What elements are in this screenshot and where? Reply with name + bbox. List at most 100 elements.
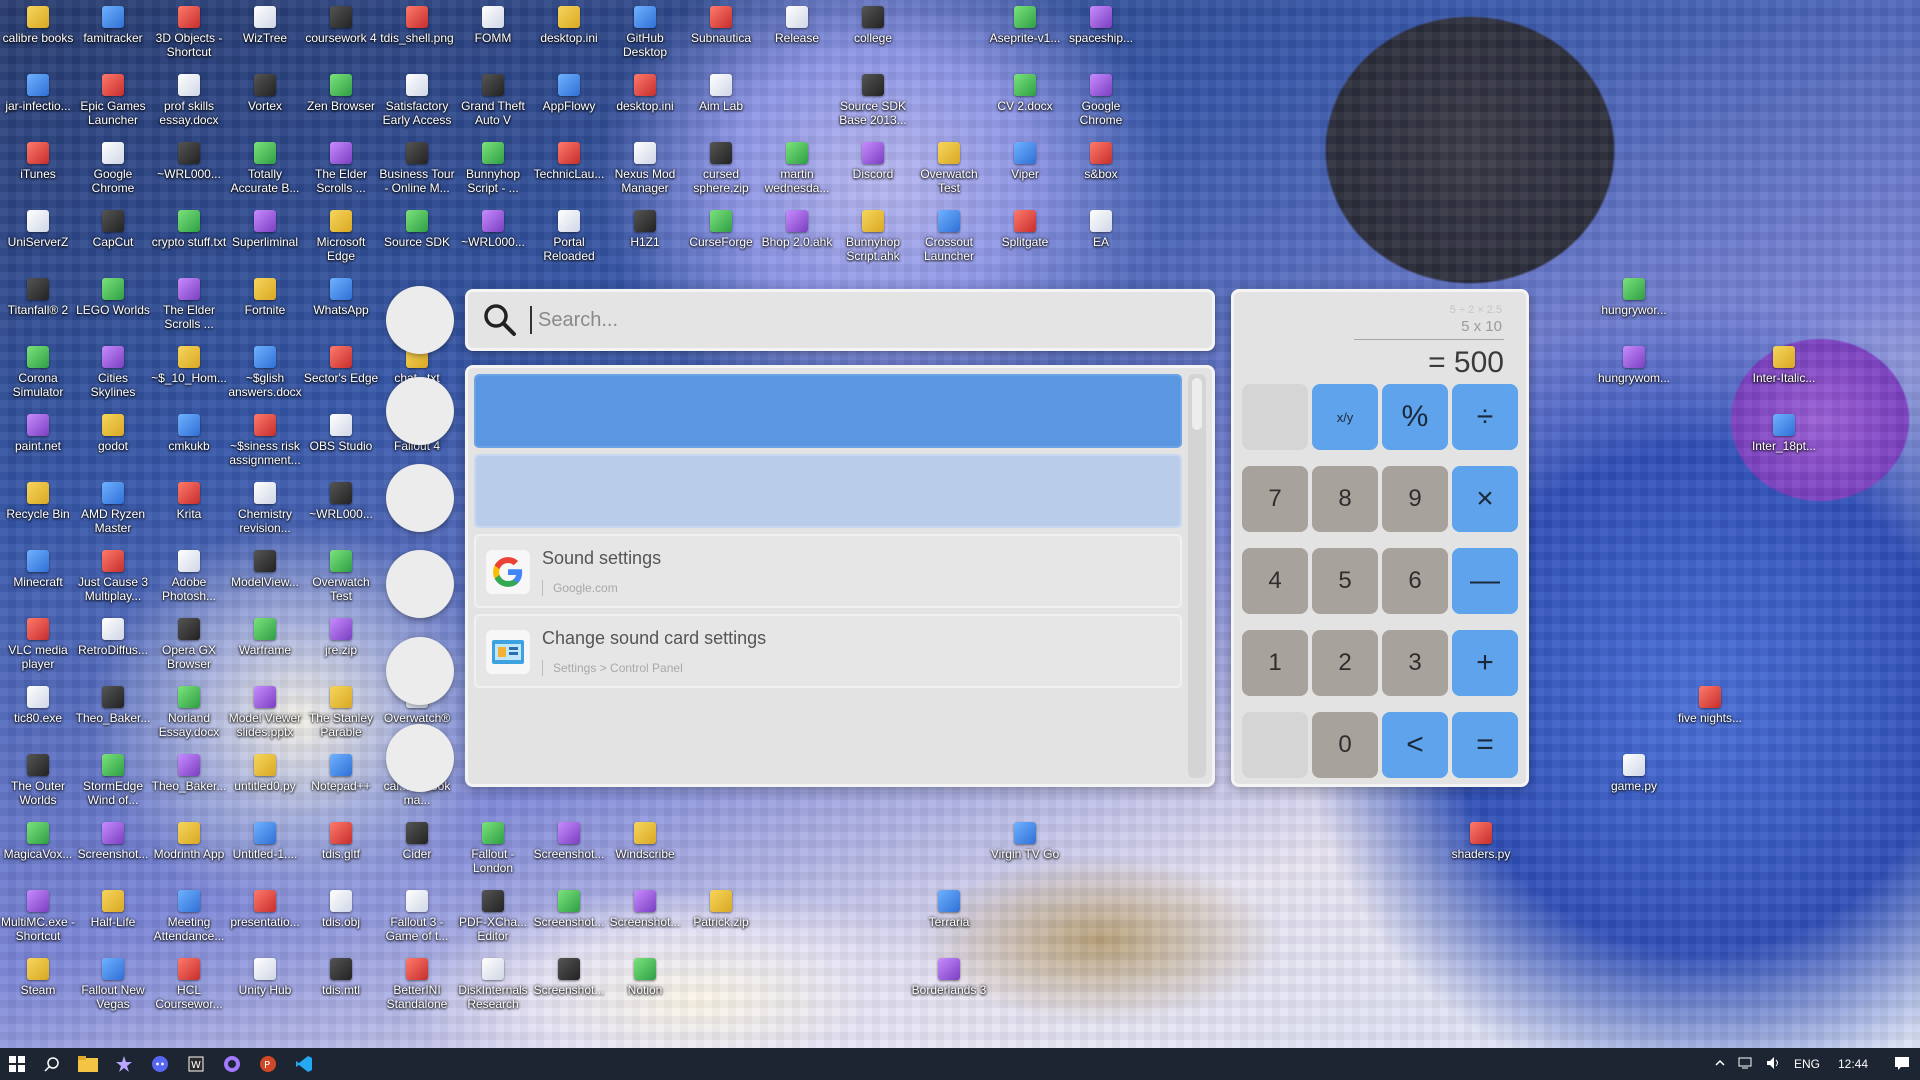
desktop-icon[interactable]: Portal Reloaded	[531, 210, 607, 263]
desktop-icon[interactable]: HCL Coursewor...	[151, 958, 227, 1011]
desktop-icon[interactable]: cmkukb	[151, 414, 227, 453]
desktop-icon[interactable]: Screenshot...	[607, 890, 683, 929]
desktop-icon[interactable]: Fallout 3 - Game of t...	[379, 890, 455, 943]
desktop-icon[interactable]: The Stanley Parable	[303, 686, 379, 739]
quick-slot-4[interactable]	[386, 550, 454, 618]
search-input[interactable]	[538, 308, 1138, 332]
add-key[interactable]: +	[1452, 630, 1518, 696]
quick-slot-3[interactable]	[386, 464, 454, 532]
desktop-icon[interactable]: Viper	[987, 142, 1063, 181]
desktop-icon[interactable]: ~WRL000...	[151, 142, 227, 181]
digit-6-key[interactable]: 6	[1382, 548, 1448, 614]
desktop-icon[interactable]: Notion	[607, 958, 683, 997]
desktop-icon[interactable]: Source SDK	[379, 210, 455, 249]
fraction-key[interactable]: x/y	[1312, 384, 1378, 450]
desktop-icon[interactable]: coursework 4	[303, 6, 379, 45]
desktop-icon[interactable]: FOMM	[455, 6, 531, 45]
desktop-icon[interactable]: ~$siness risk assignment...	[227, 414, 303, 467]
subtract-key[interactable]: —	[1452, 548, 1518, 614]
desktop-icon[interactable]: Half-Life	[75, 890, 151, 929]
desktop-icon[interactable]: Adobe Photosh...	[151, 550, 227, 603]
vscode-icon[interactable]	[286, 1048, 322, 1080]
desktop-icon[interactable]: Bunnyhop Script - ...	[455, 142, 531, 195]
digit-2-key[interactable]: 2	[1312, 630, 1378, 696]
desktop-icon[interactable]: TechnicLau...	[531, 142, 607, 181]
desktop-icon[interactable]: RetroDiffus...	[75, 618, 151, 657]
digit-1-key[interactable]: 1	[1242, 630, 1308, 696]
digit-5-key[interactable]: 5	[1312, 548, 1378, 614]
wordpad-icon[interactable]: W	[178, 1048, 214, 1080]
desktop-icon[interactable]: AppFlowy	[531, 74, 607, 113]
desktop-icon[interactable]: Discord	[835, 142, 911, 181]
quick-slot-2[interactable]	[386, 377, 454, 445]
desktop-icon[interactable]: Sector's Edge	[303, 346, 379, 385]
desktop-icon[interactable]: Business Tour - Online M...	[379, 142, 455, 195]
app-icon-star[interactable]	[106, 1048, 142, 1080]
desktop-icon[interactable]: desktop.ini	[607, 74, 683, 113]
desktop-icon[interactable]: tdis.gltf	[303, 822, 379, 861]
desktop-icon[interactable]: UniServerZ	[0, 210, 76, 249]
results-scrollbar[interactable]	[1188, 374, 1206, 778]
result-item-sound-card[interactable]: Change sound card settings Settings > Co…	[474, 614, 1182, 688]
desktop-icon[interactable]: Source SDK Base 2013...	[835, 74, 911, 127]
desktop-icon[interactable]: Fallout New Vegas	[75, 958, 151, 1011]
desktop-icon[interactable]: tdis.obj	[303, 890, 379, 929]
desktop-icon[interactable]: OBS Studio	[303, 414, 379, 453]
desktop-icon[interactable]: crypto stuff.txt	[151, 210, 227, 249]
desktop-icon[interactable]: Subnautica	[683, 6, 759, 45]
desktop-icon[interactable]: game.py	[1596, 754, 1672, 793]
search-icon[interactable]	[34, 1048, 70, 1080]
backspace-key[interactable]: <	[1382, 712, 1448, 778]
desktop-icon[interactable]: ~WRL000...	[303, 482, 379, 521]
digit-7-key[interactable]: 7	[1242, 466, 1308, 532]
desktop-icon[interactable]: Theo_Baker...	[75, 686, 151, 725]
desktop-icon[interactable]: Titanfall® 2	[0, 278, 76, 317]
desktop-icon[interactable]: AMD Ryzen Master	[75, 482, 151, 535]
desktop-icon[interactable]: s&box	[1063, 142, 1139, 181]
desktop-icon[interactable]: GitHub Desktop	[607, 6, 683, 59]
desktop-icon[interactable]: MultiMC.exe - Shortcut	[0, 890, 76, 943]
desktop-icon[interactable]: Zen Browser	[303, 74, 379, 113]
desktop-icon[interactable]: Windscribe	[607, 822, 683, 861]
desktop-icon[interactable]: Aseprite-v1...	[987, 6, 1063, 45]
desktop-icon[interactable]: college	[835, 6, 911, 45]
desktop-icon[interactable]: Cities Skylines	[75, 346, 151, 399]
desktop-icon[interactable]: Vortex	[227, 74, 303, 113]
desktop-icon[interactable]: Satisfactory Early Access	[379, 74, 455, 127]
percent-key[interactable]: %	[1382, 384, 1448, 450]
desktop-icon[interactable]: Warframe	[227, 618, 303, 657]
desktop-icon[interactable]: Chemistry revision...	[227, 482, 303, 535]
desktop-icon[interactable]: Splitgate	[987, 210, 1063, 249]
desktop-icon[interactable]: Untitled-1....	[227, 822, 303, 861]
desktop-icon[interactable]: Opera GX Browser	[151, 618, 227, 671]
clock[interactable]: 12:44	[1838, 1057, 1868, 1071]
desktop-icon[interactable]: godot	[75, 414, 151, 453]
desktop-icon[interactable]: Terraria	[911, 890, 987, 929]
desktop-icon[interactable]: WhatsApp	[303, 278, 379, 317]
result-item[interactable]	[474, 454, 1182, 528]
digit-3-key[interactable]: 3	[1382, 630, 1448, 696]
desktop-icon[interactable]: tdis_shell.png	[379, 6, 455, 45]
desktop-icon[interactable]: Inter-Italic...	[1746, 346, 1822, 385]
digit-4-key[interactable]: 4	[1242, 548, 1308, 614]
desktop-icon[interactable]: Norland Essay.docx	[151, 686, 227, 739]
desktop-icon[interactable]: The Elder Scrolls ...	[303, 142, 379, 195]
desktop-icon[interactable]: Notepad++	[303, 754, 379, 793]
scrollbar-thumb[interactable]	[1192, 378, 1202, 430]
result-item-selected[interactable]	[474, 374, 1182, 448]
desktop-icon[interactable]: tic80.exe	[0, 686, 76, 725]
desktop-icon[interactable]: ~$_10_Hom...	[151, 346, 227, 385]
desktop-icon[interactable]: Overwatch Test	[303, 550, 379, 603]
quick-slot-1[interactable]	[386, 286, 454, 354]
desktop-icon[interactable]: ~WRL000...	[455, 210, 531, 249]
windows-start-icon[interactable]	[0, 1048, 34, 1080]
desktop-icon[interactable]: cursed sphere.zip	[683, 142, 759, 195]
desktop-icon[interactable]: Cider	[379, 822, 455, 861]
digit-0-key[interactable]: 0	[1312, 712, 1378, 778]
desktop-icon[interactable]: StormEdge Wind of...	[75, 754, 151, 807]
desktop-icon[interactable]: five nights...	[1672, 686, 1748, 725]
desktop-icon[interactable]: ~$glish answers.docx	[227, 346, 303, 399]
desktop-icon[interactable]: BetterINI Standalone	[379, 958, 455, 1011]
desktop-icon[interactable]: shaders.py	[1443, 822, 1519, 861]
desktop-icon[interactable]: MagicaVox...	[0, 822, 76, 861]
